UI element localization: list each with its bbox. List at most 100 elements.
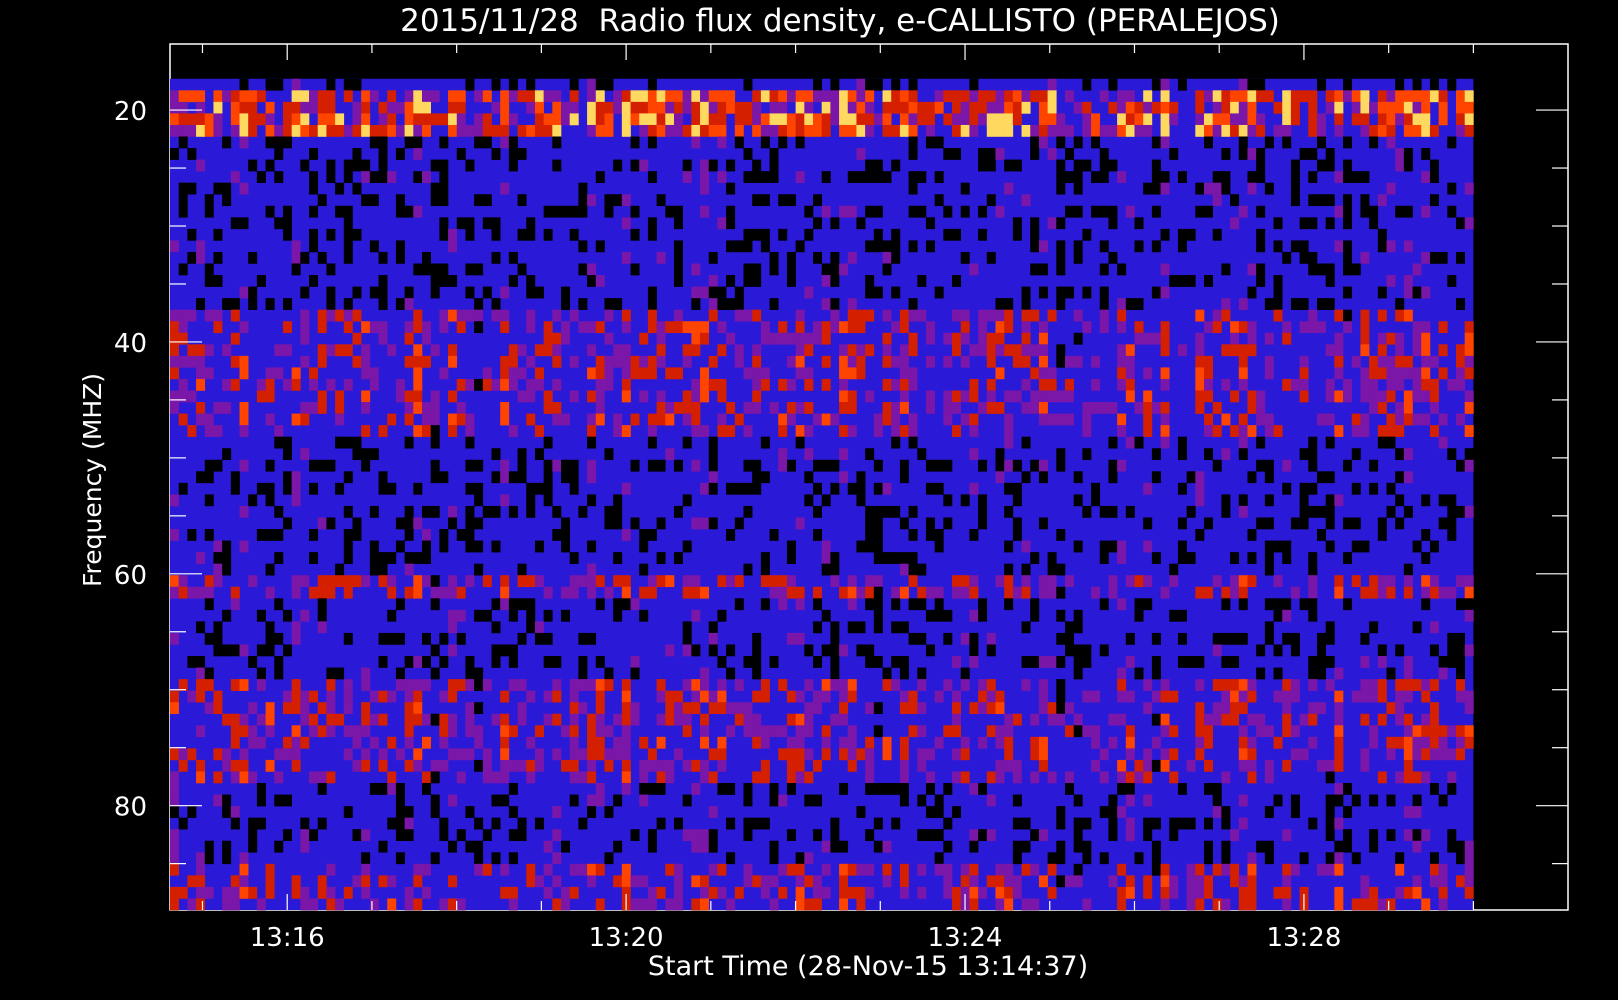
heatmap-cell (465, 702, 475, 715)
heatmap-cell (839, 644, 849, 657)
heatmap-cell (1143, 182, 1153, 195)
heatmap-cell (821, 321, 831, 334)
heatmap-cell (1160, 332, 1170, 345)
heatmap-cell (1386, 136, 1396, 149)
heatmap-cell (673, 817, 683, 830)
heatmap-cell (1056, 586, 1066, 599)
heatmap-cell (960, 321, 970, 334)
heatmap-cell (786, 690, 796, 703)
heatmap-cell (1221, 679, 1231, 691)
heatmap-cell (1091, 113, 1101, 126)
heatmap-cell (508, 829, 518, 842)
heatmap-cell (448, 90, 458, 103)
heatmap-cell (508, 275, 518, 287)
heatmap-cell (543, 656, 553, 668)
heatmap-cell (621, 702, 631, 715)
heatmap-cell (369, 540, 379, 553)
heatmap-cell (856, 78, 866, 91)
heatmap-cell (778, 598, 788, 611)
heatmap-cell (917, 205, 927, 218)
heatmap-cell (839, 748, 849, 761)
heatmap-cell (187, 309, 197, 322)
heatmap-cell (804, 494, 814, 507)
heatmap-cell (1316, 656, 1326, 668)
heatmap-cell (178, 124, 188, 137)
heatmap-cell (734, 298, 744, 310)
heatmap-cell (196, 344, 206, 357)
heatmap-cell (1004, 101, 1014, 114)
heatmap-cell (1012, 494, 1022, 507)
heatmap-cell (899, 667, 909, 680)
heatmap-cell (1134, 101, 1144, 114)
heatmap-cell (282, 378, 292, 391)
heatmap-cell (282, 748, 292, 761)
heatmap-cell (187, 124, 197, 137)
heatmap-cell (952, 113, 962, 126)
heatmap-cell (439, 690, 449, 703)
heatmap-cell (1421, 344, 1431, 357)
heatmap-cell (1204, 413, 1214, 426)
heatmap-cell (1082, 644, 1092, 657)
heatmap-cell (1438, 344, 1448, 357)
heatmap-cell (248, 101, 258, 114)
heatmap-cell (421, 529, 431, 541)
heatmap-cell (769, 90, 779, 103)
heatmap-cell (465, 679, 475, 691)
heatmap-cell (1256, 840, 1266, 853)
heatmap-cell (239, 886, 249, 899)
heatmap-cell (1238, 136, 1248, 149)
heatmap-cell (1334, 898, 1344, 911)
heatmap-cell (830, 113, 840, 126)
heatmap-cell (1412, 829, 1422, 842)
heatmap-cell (1343, 136, 1353, 149)
heatmap-cell (978, 598, 988, 611)
heatmap-cell (839, 402, 849, 414)
heatmap-cell (448, 586, 458, 599)
heatmap-cell (587, 679, 597, 691)
heatmap-cell (300, 817, 310, 830)
heatmap-cell (474, 321, 484, 334)
heatmap-cell (378, 101, 388, 114)
heatmap-cell (239, 413, 249, 426)
heatmap-cell (821, 540, 831, 553)
heatmap-cell (621, 217, 631, 230)
heatmap-cell (882, 482, 892, 495)
heatmap-cell (1221, 690, 1231, 703)
heatmap-cell (1030, 771, 1040, 784)
heatmap-cell (500, 713, 510, 726)
heatmap-cell (1256, 413, 1266, 426)
heatmap-cell (1012, 817, 1022, 830)
heatmap-cell (743, 113, 753, 126)
heatmap-cell (1143, 332, 1153, 345)
heatmap-cell (673, 402, 683, 414)
heatmap-cell (178, 321, 188, 334)
heatmap-cell (1369, 136, 1379, 149)
heatmap-cell (361, 159, 371, 172)
heatmap-cell (682, 171, 692, 183)
heatmap-cell (1421, 898, 1431, 911)
heatmap-cell (1447, 205, 1457, 218)
heatmap-cell (361, 725, 371, 738)
heatmap-cell (656, 332, 666, 345)
heatmap-cell (526, 90, 536, 103)
heatmap-cell (1091, 759, 1101, 772)
heatmap-cell (1343, 251, 1353, 264)
spectrogram-chart: 2015/11/28 Radio flux density, e-CALLIST… (78, 3, 1569, 982)
heatmap-cell (1377, 898, 1387, 911)
heatmap-cell (587, 390, 597, 403)
heatmap-cell (613, 355, 623, 368)
heatmap-cell (248, 829, 258, 842)
heatmap-cell (882, 875, 892, 888)
heatmap-cell (552, 309, 562, 322)
heatmap-cell (917, 632, 927, 645)
heatmap-cell (274, 344, 284, 357)
heatmap-cell (265, 482, 275, 495)
heatmap-cell (1290, 748, 1300, 761)
heatmap-cell (1099, 540, 1109, 553)
heatmap-cell (222, 378, 232, 391)
heatmap-cell (682, 344, 692, 357)
heatmap-cell (1447, 517, 1457, 530)
heatmap-cell (752, 228, 762, 241)
heatmap-cell (1351, 517, 1361, 530)
heatmap-cell (752, 390, 762, 403)
